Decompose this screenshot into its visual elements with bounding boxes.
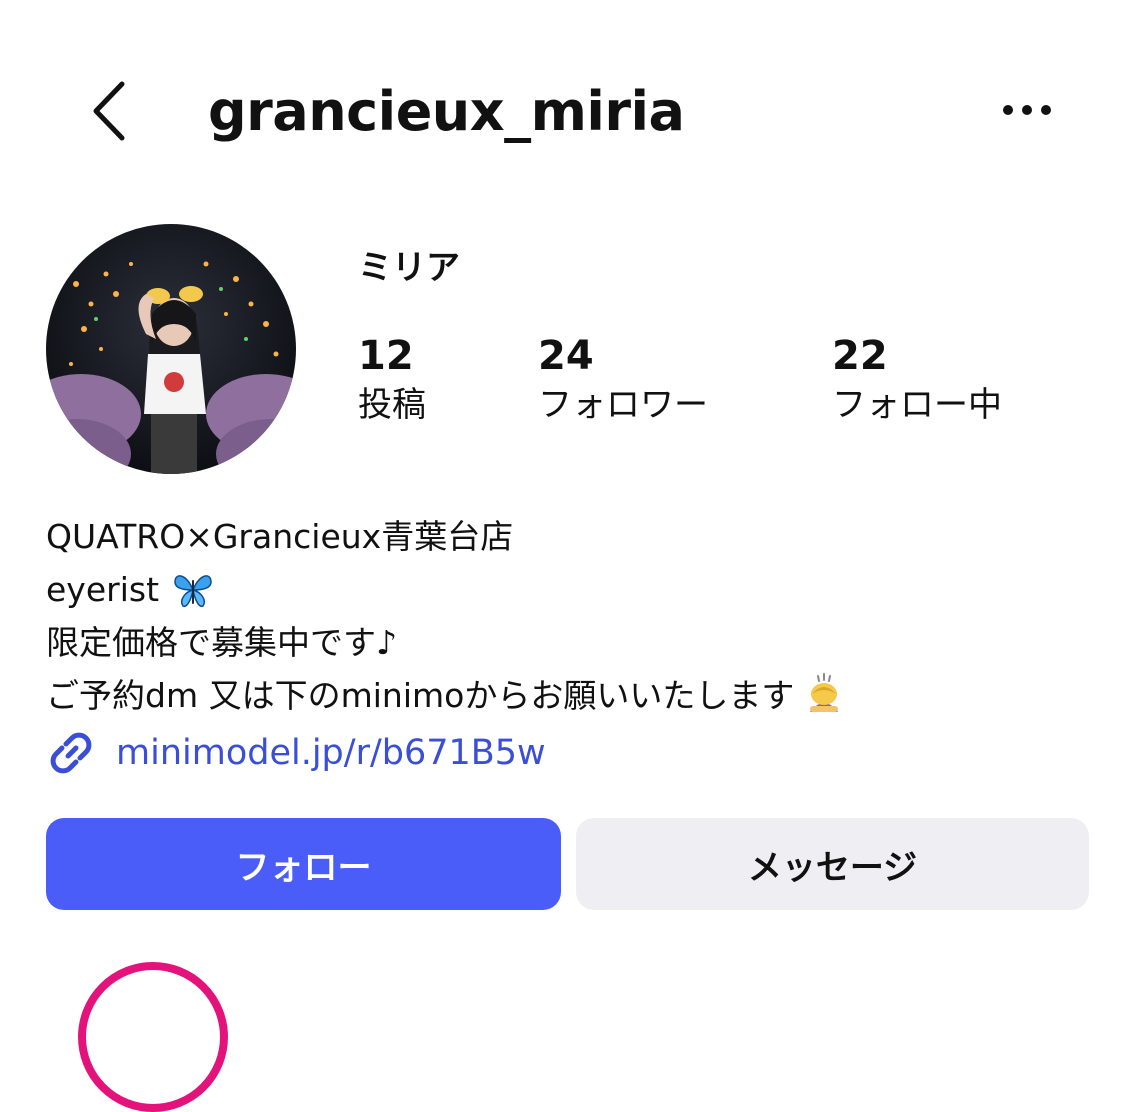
back-button[interactable] [84,76,144,146]
chevron-left-icon [93,81,125,141]
link-icon [50,732,92,774]
stat-label: 投稿 [358,385,426,425]
stat-posts[interactable]: 12 投稿 [358,332,426,430]
stat-followers[interactable]: 24 フォロワー [538,332,708,430]
profile-username: grancieux_miria [208,80,685,143]
bio-text: eyerist [46,570,160,609]
bio-line: 限定価格で募集中です♪ [46,616,1096,669]
stat-number: 24 [538,333,594,379]
avatar[interactable] [46,224,296,474]
follow-button[interactable]: フォロー [46,818,561,910]
bio-text: ご予約dm 又は下のminimoからお願いいたします [46,676,795,715]
more-horizontal-icon [1003,105,1051,115]
story-highlight[interactable] [78,962,228,1112]
butterfly-emoji [174,574,212,607]
bio-line: ご予約dm 又は下のminimoからお願いいたします [46,669,1096,722]
profile-photo [46,224,296,474]
stat-label: フォロワー [538,385,708,425]
message-button[interactable]: メッセージ [576,818,1089,910]
stat-following[interactable]: 22 フォロー中 [832,332,1002,430]
profile-link[interactable]: minimodel.jp/r/b671B5w [46,728,546,778]
profile-bio: QUATRO×Grancieux青葉台店 eyerist 限定価格で募集中です♪… [46,510,1096,722]
display-name: ミリア [358,248,460,288]
more-options-button[interactable] [996,88,1058,132]
bowing-woman-emoji [810,672,839,712]
stat-number: 22 [832,333,888,379]
link-text: minimodel.jp/r/b671B5w [116,733,546,773]
bio-line: QUATRO×Grancieux青葉台店 [46,510,1096,563]
bio-text: 限定価格で募集中です♪ [46,623,398,662]
stat-number: 12 [358,333,414,379]
bio-line: eyerist [46,563,1096,616]
bio-text: QUATRO×Grancieux青葉台店 [46,517,514,556]
stat-label: フォロー中 [832,385,1002,425]
